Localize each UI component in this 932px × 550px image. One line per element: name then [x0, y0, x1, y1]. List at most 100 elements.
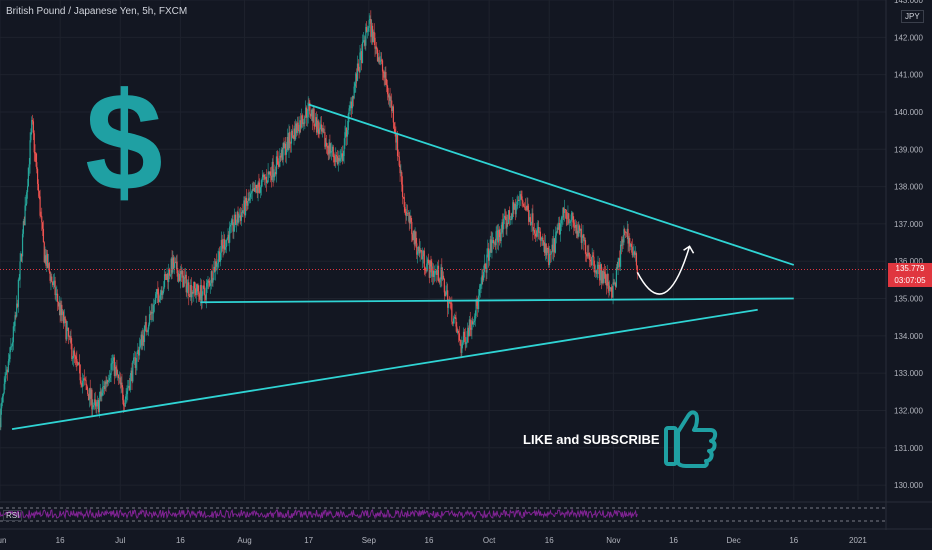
- candle-body: [27, 167, 29, 187]
- candle-body: [569, 221, 572, 223]
- candle-body: [33, 133, 35, 153]
- candle-body: [112, 361, 114, 364]
- candle-body: [30, 132, 32, 141]
- candle-body: [52, 281, 55, 286]
- candle-body: [275, 156, 278, 175]
- candle-body: [216, 263, 218, 267]
- candle-body: [632, 254, 634, 256]
- candle-body: [547, 247, 549, 249]
- rsi-indicator-label[interactable]: RSI: [3, 510, 23, 521]
- candle-body: [157, 289, 159, 295]
- candle-body: [573, 222, 575, 227]
- candle-body: [379, 61, 381, 63]
- candle-body: [518, 199, 521, 201]
- candle-body: [238, 216, 240, 223]
- candle-body: [361, 42, 364, 64]
- candle-body: [340, 157, 342, 160]
- candle-body: [270, 171, 272, 176]
- candle-body: [410, 215, 412, 222]
- candle-body: [555, 232, 557, 236]
- candle-body: [382, 71, 384, 73]
- candle-body: [503, 218, 505, 230]
- candle-body: [297, 122, 299, 131]
- candle-body: [48, 263, 50, 272]
- candle-body: [463, 331, 465, 338]
- candle-body: [565, 210, 567, 219]
- candle-body: [188, 282, 190, 297]
- candle-body: [121, 382, 123, 388]
- candle-body: [219, 252, 222, 262]
- candle-body: [127, 387, 129, 392]
- time-tick-label: 16: [425, 536, 434, 545]
- candle-body: [458, 333, 460, 340]
- candle-body: [101, 392, 103, 397]
- candle-body: [249, 193, 252, 198]
- candle-body: [478, 289, 481, 296]
- candle-body: [38, 190, 40, 197]
- time-tick-label: Aug: [237, 536, 251, 545]
- candle-body: [521, 196, 523, 201]
- candle-body: [433, 273, 435, 277]
- candle-body: [147, 329, 149, 332]
- candle-body: [585, 253, 587, 255]
- candle-body: [566, 218, 568, 220]
- candle-body: [631, 247, 633, 256]
- candle-body: [344, 132, 346, 146]
- currency-badge[interactable]: JPY: [901, 10, 924, 23]
- candle-body: [91, 389, 93, 410]
- candle-body: [342, 156, 344, 161]
- candle-body: [523, 203, 525, 207]
- candle-body: [212, 279, 214, 283]
- candle-body: [225, 239, 227, 248]
- candle-body: [266, 182, 268, 183]
- candle-body: [31, 120, 34, 122]
- candle-body: [615, 267, 617, 287]
- candle-body: [304, 117, 306, 124]
- candle-body: [353, 86, 355, 99]
- candle-body: [78, 362, 80, 365]
- candle-body: [451, 303, 453, 322]
- candle-body: [346, 130, 349, 137]
- time-tick-label: 16: [789, 536, 798, 545]
- candle-body: [354, 83, 356, 87]
- like-subscribe-text: LIKE and SUBSCRIBE: [523, 432, 660, 447]
- candle-body: [415, 231, 417, 244]
- candle-body: [522, 200, 524, 204]
- candle-body: [116, 368, 118, 375]
- candle-body: [376, 46, 378, 50]
- candle-body: [98, 399, 100, 412]
- candle-body: [373, 31, 375, 38]
- candle-body: [411, 221, 413, 235]
- candle-body: [174, 262, 176, 264]
- candle-body: [452, 318, 455, 324]
- candle-body: [584, 240, 587, 254]
- candle-body: [437, 265, 440, 282]
- candle-body: [423, 250, 425, 268]
- candle-body: [80, 380, 82, 384]
- candle-body: [201, 294, 203, 302]
- candle-body: [145, 322, 147, 332]
- candle-body: [457, 330, 460, 334]
- candle-body: [0, 408, 2, 428]
- candle-body: [163, 287, 165, 292]
- symbol-title[interactable]: British Pound / Japanese Yen, 5h, FXCM: [6, 6, 187, 17]
- candle-body: [11, 342, 14, 347]
- candle-body: [445, 292, 447, 296]
- candle-body: [35, 153, 37, 163]
- candle-body: [139, 340, 141, 347]
- candle-body: [491, 240, 493, 253]
- candle-body: [389, 95, 391, 101]
- candle-body: [24, 205, 26, 226]
- candle-body: [123, 400, 125, 406]
- candle-body: [42, 228, 45, 243]
- price-chart[interactable]: 130.000 131.000 132.000 133.000 134.000 135.0…: [0, 0, 932, 550]
- candle-body: [325, 142, 328, 147]
- candle-body: [164, 274, 166, 276]
- candle-body: [462, 342, 464, 345]
- candle-body: [273, 173, 275, 178]
- candle-body: [466, 337, 468, 343]
- candle-body: [31, 120, 33, 133]
- candle-body: [73, 350, 75, 356]
- candle-body: [482, 271, 485, 281]
- candle-body: [32, 121, 35, 134]
